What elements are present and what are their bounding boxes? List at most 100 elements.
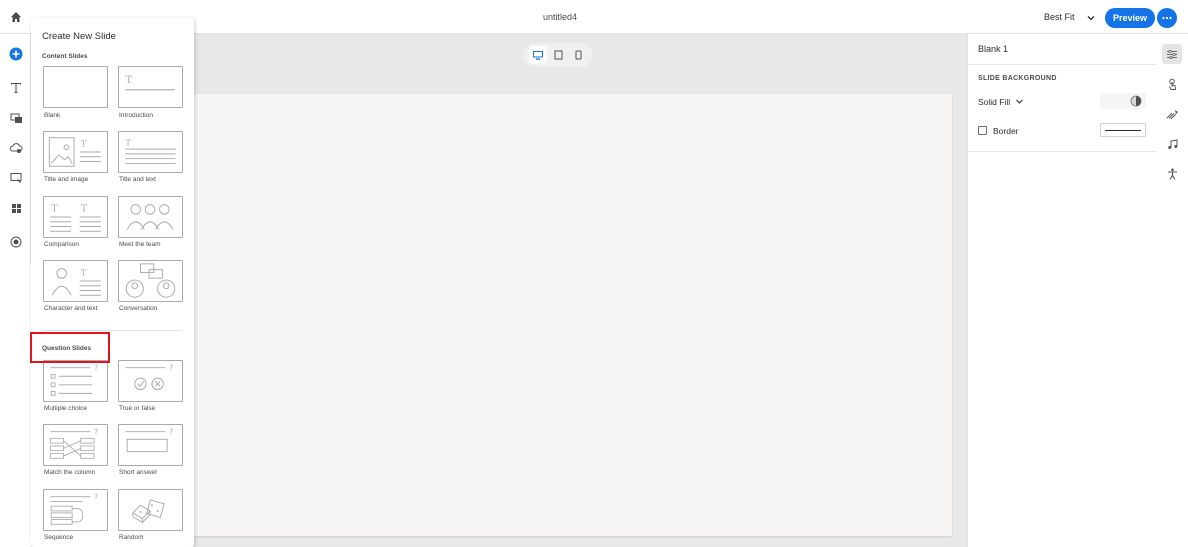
- true-or-false-thumbnail: ?: [125, 364, 173, 391]
- svg-text:T: T: [81, 139, 87, 149]
- template-label: Meet the team: [119, 241, 161, 248]
- template-label: Random: [119, 534, 144, 541]
- template-title-and-image[interactable]: T: [43, 131, 108, 173]
- svg-text:?: ?: [94, 493, 98, 502]
- fill-color-swatch[interactable]: [1100, 93, 1146, 109]
- slide-background-heading: SLIDE BACKGROUND: [978, 75, 1057, 82]
- border-checkbox[interactable]: [978, 126, 987, 135]
- template-conversation[interactable]: [118, 260, 183, 302]
- sliders-icon: [1167, 49, 1177, 59]
- interactions-tool-button[interactable]: [6, 168, 26, 188]
- template-label: True or false: [119, 405, 156, 412]
- template-label: Title and text: [119, 176, 156, 183]
- short-answer-thumbnail: ?: [125, 428, 173, 453]
- template-blank[interactable]: [43, 66, 108, 108]
- zoom-fit-label[interactable]: Best Fit: [1044, 12, 1075, 22]
- svg-text:T: T: [125, 138, 131, 148]
- template-label: Blank: [44, 112, 61, 119]
- preview-button[interactable]: Preview: [1105, 8, 1155, 28]
- more-button[interactable]: [1157, 8, 1177, 28]
- device-mode-toggle: [523, 43, 593, 67]
- svg-text:?: ?: [94, 428, 98, 437]
- widgets-tool-button[interactable]: [6, 198, 26, 218]
- template-multiple-choice[interactable]: ?: [43, 360, 108, 402]
- template-label: Short answer: [119, 469, 158, 476]
- assets-tool-button[interactable]: [6, 138, 26, 158]
- template-true-or-false[interactable]: ?: [118, 360, 183, 402]
- comparison-thumbnail: T T: [50, 203, 101, 232]
- character-and-text-thumbnail: T: [51, 268, 101, 296]
- conversation-thumbnail: [125, 263, 176, 298]
- desktop-mode-button[interactable]: [529, 46, 547, 64]
- template-meet-the-team[interactable]: [118, 196, 183, 238]
- music-icon: [1167, 138, 1177, 149]
- mobile-mode-button[interactable]: [569, 46, 587, 64]
- right-toolbar: [1157, 34, 1188, 547]
- mobile-icon: [575, 50, 581, 60]
- text-icon: [10, 82, 22, 94]
- cloud-icon: [9, 143, 23, 153]
- panel-title: Create New Slide: [42, 31, 116, 42]
- create-new-slide-panel: Create New Slide Content Slides Blank T …: [31, 18, 194, 547]
- document-title: untitled4: [542, 12, 578, 22]
- svg-text:T: T: [81, 203, 88, 214]
- template-introduction[interactable]: T: [118, 66, 183, 108]
- template-label: Multiple choice: [44, 405, 87, 412]
- svg-text:T: T: [81, 268, 87, 278]
- multiple-choice-thumbnail: ?: [50, 364, 98, 396]
- touch-icon: [1168, 78, 1176, 90]
- template-random[interactable]: [118, 489, 183, 531]
- properties-tab[interactable]: [1162, 44, 1182, 64]
- svg-text:?: ?: [169, 364, 173, 373]
- template-character-and-text[interactable]: T: [43, 260, 108, 302]
- text-tool-button[interactable]: [6, 78, 26, 98]
- chevron-down-icon[interactable]: [1015, 97, 1024, 106]
- add-slide-button[interactable]: [6, 44, 26, 64]
- fill-type-dropdown[interactable]: Solid Fill: [978, 97, 1010, 107]
- question-slides-highlight: [30, 332, 110, 363]
- svg-text:?: ?: [169, 428, 173, 437]
- template-match-the-column[interactable]: ?: [43, 424, 108, 466]
- sequence-thumbnail: ?: [50, 493, 98, 525]
- template-label: Character and text: [44, 305, 98, 312]
- template-label: Conversation: [119, 305, 158, 312]
- record-icon: [10, 236, 22, 248]
- divider: [42, 330, 182, 331]
- ellipsis-icon: [1162, 16, 1172, 20]
- dice-icon: [132, 499, 165, 524]
- template-label: Match the column: [44, 469, 96, 476]
- template-sequence[interactable]: ?: [43, 489, 108, 531]
- audio-tab[interactable]: [1162, 134, 1182, 154]
- home-button[interactable]: [4, 4, 28, 30]
- interactions-tab[interactable]: [1162, 74, 1182, 94]
- content-slides-heading: Content Slides: [42, 53, 88, 60]
- interaction-icon: [10, 173, 21, 183]
- title-and-image-thumbnail: T: [48, 137, 101, 167]
- template-comparison[interactable]: T T: [43, 196, 108, 238]
- template-label: Title and image: [44, 176, 89, 183]
- divider: [968, 64, 1158, 65]
- tablet-icon: [554, 50, 562, 60]
- slide-name: Blank 1: [978, 44, 1009, 54]
- svg-text:T: T: [51, 203, 58, 214]
- template-title-and-text[interactable]: T: [118, 131, 183, 173]
- template-short-answer[interactable]: ?: [118, 424, 183, 466]
- template-label: Introduction: [119, 112, 153, 119]
- meet-the-team-thumbnail: [126, 204, 174, 230]
- accessibility-tab[interactable]: [1162, 164, 1182, 184]
- chevron-down-icon[interactable]: [1086, 13, 1096, 23]
- tablet-mode-button[interactable]: [549, 46, 567, 64]
- media-tool-button[interactable]: [6, 108, 26, 128]
- desktop-icon: [533, 50, 543, 60]
- plus-circle-icon: [9, 47, 23, 61]
- animations-tab[interactable]: [1162, 104, 1182, 124]
- title-and-text-thumbnail: T: [125, 138, 176, 164]
- animation-icon: [1166, 109, 1178, 119]
- media-icon: [10, 113, 22, 123]
- slide-canvas[interactable]: [151, 94, 952, 536]
- match-the-column-thumbnail: ?: [49, 428, 98, 459]
- record-tool-button[interactable]: [6, 232, 26, 252]
- accessibility-icon: [1167, 168, 1177, 180]
- grid-icon: [11, 203, 21, 213]
- border-style-preview[interactable]: [1100, 123, 1146, 137]
